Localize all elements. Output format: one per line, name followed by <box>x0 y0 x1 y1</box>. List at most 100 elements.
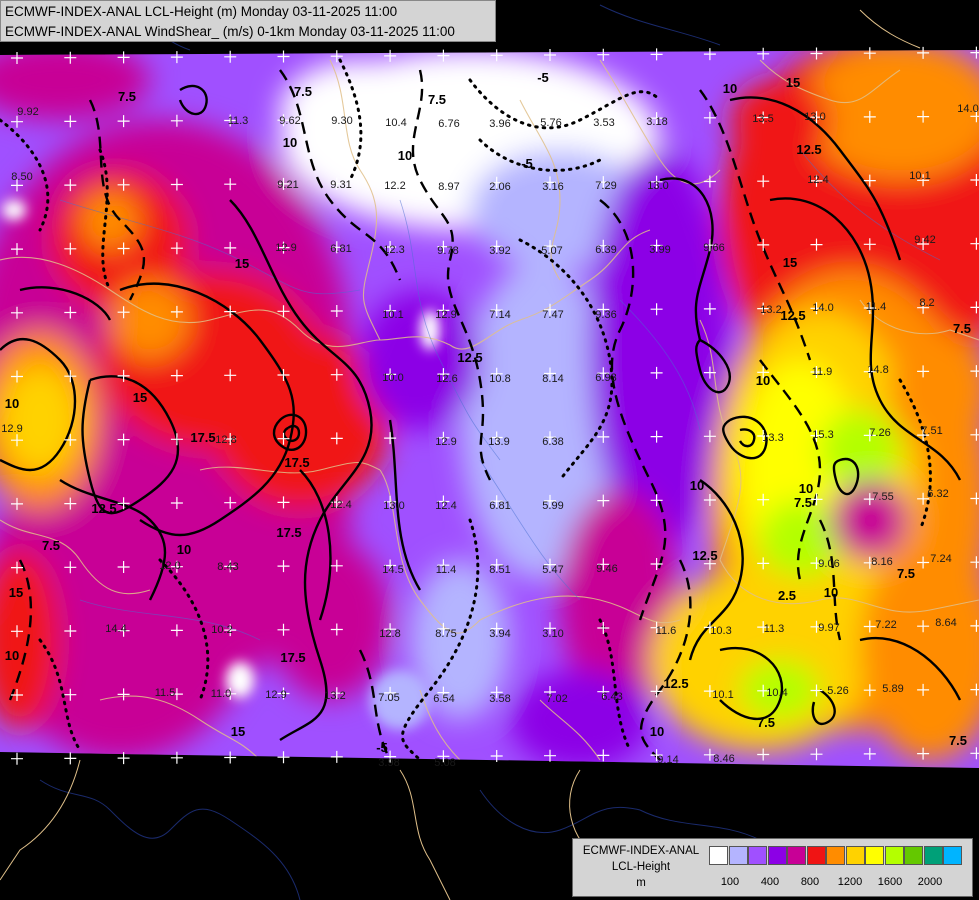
map-value-label: 11.0 <box>211 688 232 700</box>
map-value-label: 6.93 <box>595 372 616 384</box>
map-value-label: 9.97 <box>818 622 839 634</box>
map-value-label: 8.64 <box>935 617 956 629</box>
map-value-label: 11.6 <box>656 625 677 637</box>
contour-label: 10 <box>283 135 297 150</box>
contour-label: 12.5 <box>663 676 688 691</box>
map-value-label: 6.54 <box>433 693 454 705</box>
contour-label: 10 <box>723 81 737 96</box>
map-value-label: 12.2 <box>384 180 405 192</box>
map-value-label: 14.0 <box>812 302 833 314</box>
legend-tick-label: 1600 <box>877 876 903 888</box>
map-value-label: 10.1 <box>712 689 733 701</box>
map-value-label: 13.3 <box>762 432 783 444</box>
map-value-label: 10.1 <box>382 309 403 321</box>
contour-label: 15 <box>235 256 249 271</box>
contour-label: 17.5 <box>190 430 215 445</box>
map-value-label: 6.38 <box>542 436 563 448</box>
map-value-label: 12.8 <box>215 434 236 446</box>
contour-label: 17.5 <box>276 525 301 540</box>
map-value-label: 8.75 <box>435 628 456 640</box>
map-value-label: 9.62 <box>279 115 300 127</box>
map-value-label: 8.46 <box>713 753 734 765</box>
map-value-label: 13.5 <box>752 113 773 125</box>
contour-label: 15 <box>9 585 23 600</box>
contour-label: 7.5 <box>897 566 915 581</box>
map-value-label: 9.46 <box>596 563 617 575</box>
contour-label: 17.5 <box>284 455 309 470</box>
map-value-label: 9.30 <box>331 115 352 127</box>
map-value-label: 3.18 <box>646 116 667 128</box>
map-value-label: 14.4 <box>105 623 126 635</box>
map-value-label: 14.5 <box>382 564 403 576</box>
map-value-label: 12.9 <box>275 242 296 254</box>
map-value-label: 9.42 <box>914 234 935 246</box>
map-value-label: 7.02 <box>546 693 567 705</box>
legend-tick-label: 400 <box>760 876 780 888</box>
map-value-label: 9.14 <box>657 754 678 766</box>
map-value-label: 7.05 <box>378 692 399 704</box>
map-value-label: 10.0 <box>382 372 403 384</box>
map-value-label: 12.4 <box>330 499 351 511</box>
map-value-label: 3.58 <box>489 693 510 705</box>
map-value-label: 9.66 <box>703 242 724 254</box>
contour-label: 12.5 <box>780 308 805 323</box>
contour-label: 10 <box>650 724 664 739</box>
map-value-label: 3.16 <box>542 181 563 193</box>
legend-swatch <box>787 846 806 865</box>
lcl-height-map: 7.5107.5-5-5107.51512.517.517.512.51017.… <box>0 4 979 900</box>
map-value-label: 10.4 <box>766 687 787 699</box>
map-value-label: 11.5 <box>155 687 176 699</box>
map-header: ECMWF-INDEX-ANAL LCL-Height (m) Monday 0… <box>0 0 496 42</box>
contour-label: 15 <box>133 390 147 405</box>
contour-label: 17.5 <box>280 650 305 665</box>
legend-swatch <box>865 846 884 865</box>
map-value-label: 7.22 <box>875 619 896 631</box>
header-line-2: ECMWF-INDEX-ANAL WindShear_ (m/s) 0-1km … <box>5 24 455 39</box>
contour-label: 10 <box>799 481 813 496</box>
map-value-label: 9.06 <box>818 558 839 570</box>
legend-tick-label: 2000 <box>917 876 943 888</box>
map-value-label: 7.24 <box>930 553 951 565</box>
contour-label: 7.5 <box>757 715 775 730</box>
grid-cross <box>64 752 77 765</box>
legend-tick-label: 1200 <box>837 876 863 888</box>
map-value-label: 12.9 <box>435 436 456 448</box>
legend-title-line-2: LCL-Height <box>611 861 671 873</box>
legend-swatch <box>709 846 728 865</box>
map-value-label: 13.0 <box>804 111 825 123</box>
contour-label: 12.5 <box>692 548 717 563</box>
color-legend: ECMWF-INDEX-ANAL LCL-Height m 100 400 800 1… <box>572 838 973 897</box>
map-value-label: 3.94 <box>489 628 510 640</box>
map-value-label: 10.1 <box>909 170 930 182</box>
contour-label: 7.5 <box>42 538 60 553</box>
map-value-label: 9.92 <box>17 106 38 118</box>
map-value-label: 12.9 <box>1 423 22 435</box>
legend-swatch <box>728 846 748 865</box>
contour-label: 15 <box>231 724 245 739</box>
map-value-label: 5.76 <box>540 117 561 129</box>
map-value-label: 6.81 <box>330 243 351 255</box>
map-value-label: 13.9 <box>488 436 509 448</box>
map-value-label: 8.51 <box>489 564 510 576</box>
contour-label: -5 <box>537 70 549 85</box>
map-value-label: 8.43 <box>217 561 238 573</box>
map-value-label: 11.3 <box>764 623 785 635</box>
map-value-label: 6.81 <box>489 500 510 512</box>
map-value-label: 7.51 <box>921 425 942 437</box>
legend-swatch <box>923 846 943 865</box>
map-value-label: 3.98 <box>378 757 399 769</box>
legend-title-line-3: m <box>636 877 646 889</box>
map-value-label: 3.99 <box>649 244 670 256</box>
map-value-label: 6.32 <box>927 488 948 500</box>
map-value-label: 8.16 <box>871 556 892 568</box>
map-value-label: 5.08 <box>434 757 455 769</box>
contour-label: 7.5 <box>118 89 136 104</box>
map-value-label: 12.4 <box>807 174 828 186</box>
contour-label: 10 <box>756 373 770 388</box>
map-value-label: 3.53 <box>593 117 614 129</box>
map-value-label: 6.43 <box>601 691 622 703</box>
map-value-label: 11.9 <box>812 366 833 378</box>
map-value-label: 12.9 <box>265 689 286 701</box>
map-value-label: 2.06 <box>489 181 510 193</box>
map-value-label: 10.4 <box>385 117 406 129</box>
